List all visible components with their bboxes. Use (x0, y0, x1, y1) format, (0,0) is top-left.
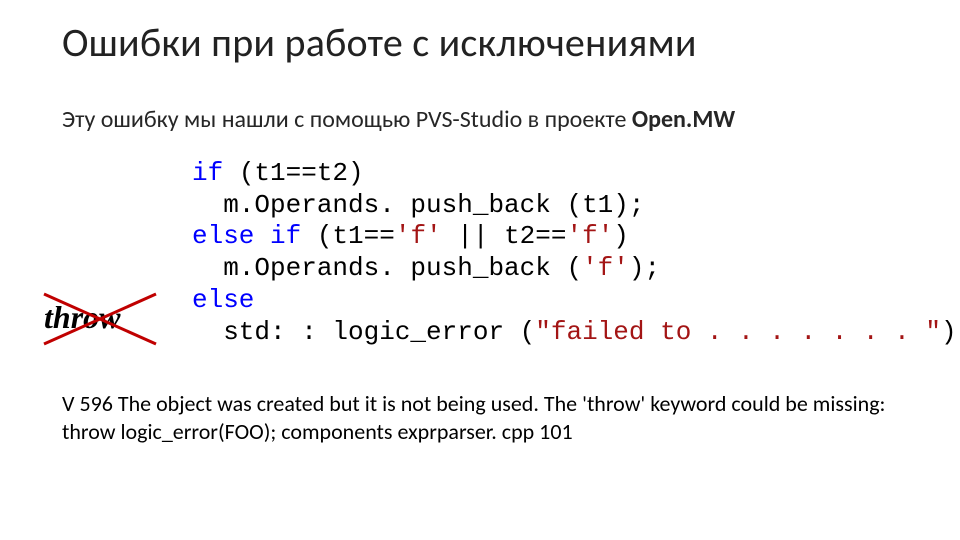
kw-if: if (192, 158, 223, 188)
str-4: "failed to . . . . . . . " (535, 317, 941, 347)
code-l6a: std: : logic_error ( (192, 317, 535, 347)
slide: Ошибки при работе с исключениями Эту оши… (0, 0, 960, 447)
str-2: 'f' (566, 221, 613, 251)
slide-subtitle: Эту ошибку мы нашли с помощью PVS-Studio… (62, 105, 910, 134)
code-l3b: || t2== (442, 221, 567, 251)
cross-out-icon (38, 284, 168, 354)
code-l3a: (t1== (301, 221, 395, 251)
throw-annotation: throw (44, 274, 164, 344)
code-l3c: ) (613, 221, 629, 251)
code-l1: (t1==t2) (223, 158, 363, 188)
str-1: 'f' (395, 221, 442, 251)
project-name: Open.MW (632, 105, 735, 134)
code-l2: m.Operands. push_back (t1); (192, 190, 644, 220)
subtitle-text: Эту ошибку мы нашли с помощью PVS-Studio… (62, 105, 632, 134)
diagnostic-message: V 596 The object was created but it is n… (62, 390, 902, 446)
slide-title: Ошибки при работе с исключениями (62, 18, 910, 67)
code-block: if (t1==t2) m.Operands. push_back (t1); … (192, 158, 960, 348)
code-l4a: m.Operands. push_back ( (192, 253, 582, 283)
code-l4b: ); (629, 253, 660, 283)
str-3: 'f' (582, 253, 629, 283)
body-row: throw if (t1==t2) m.Operands. push_back … (62, 158, 910, 348)
kw-elseif: else if (192, 221, 301, 251)
kw-else: else (192, 285, 254, 315)
code-l6b: ); (941, 317, 960, 347)
